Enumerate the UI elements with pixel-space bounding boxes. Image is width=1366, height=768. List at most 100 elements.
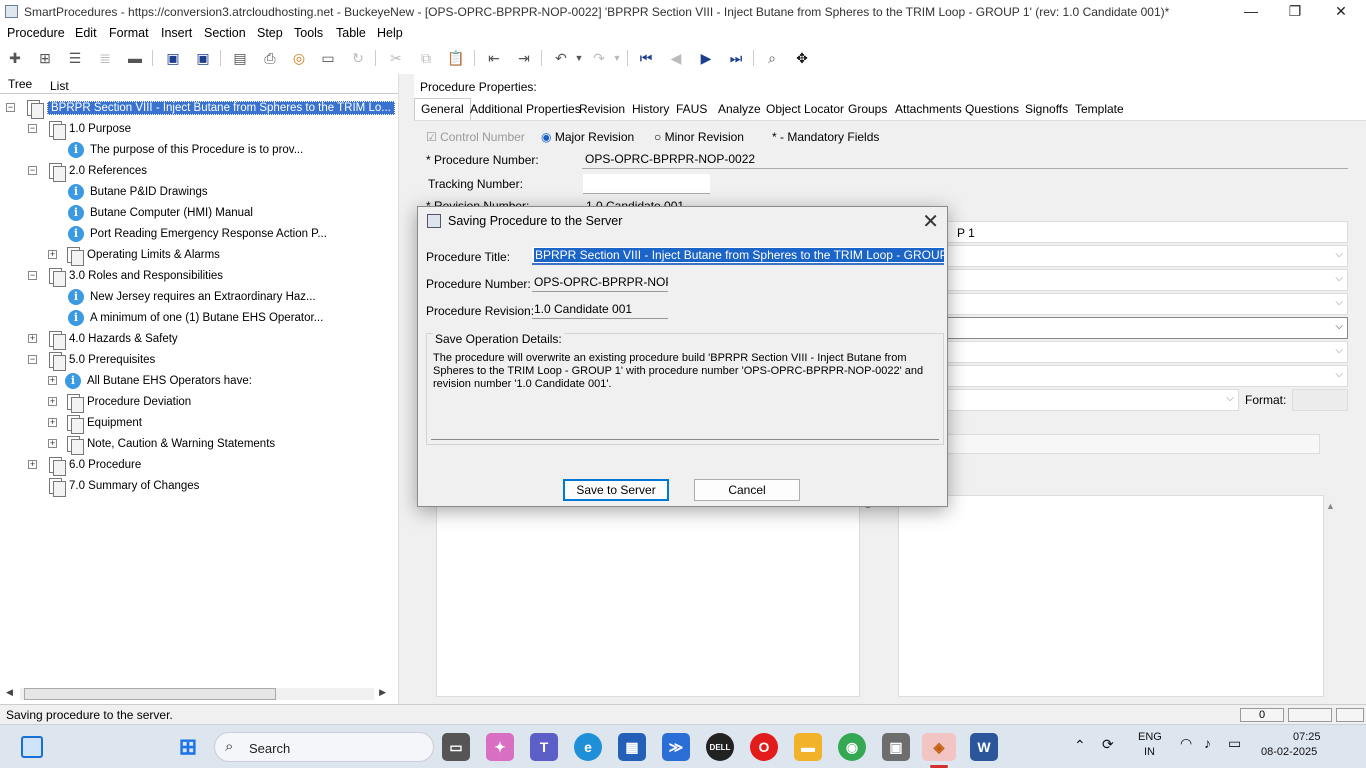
smartprocedures-icon[interactable]: ◈ xyxy=(922,733,956,761)
tree-item[interactable]: + 4.0 Hazards & Safety xyxy=(28,329,178,350)
tracking-number-field[interactable] xyxy=(583,174,710,194)
tree-item[interactable]: i Butane P&ID Drawings xyxy=(68,182,208,201)
collapse-icon[interactable]: − xyxy=(28,271,37,280)
scroll-thumb[interactable] xyxy=(24,688,276,700)
menu-edit[interactable]: Edit xyxy=(75,26,97,40)
tab-attachments[interactable]: Attachments xyxy=(895,102,962,116)
combo-4[interactable]: ⌵ xyxy=(944,317,1348,339)
tree-item[interactable]: + Equipment xyxy=(48,413,142,434)
collapse-icon[interactable]: − xyxy=(28,355,37,364)
tree-item[interactable]: 7.0 Summary of Changes xyxy=(47,476,199,497)
scroll-left-icon[interactable]: ◀ xyxy=(6,687,13,698)
combo-3[interactable]: ⌵ xyxy=(944,293,1348,315)
save-as-icon[interactable]: ▣ xyxy=(163,48,183,68)
edge-icon[interactable]: e xyxy=(574,733,602,761)
format-list-icon[interactable]: ≣ xyxy=(95,48,115,68)
remove-icon[interactable]: ▬ xyxy=(125,48,145,68)
tree-item[interactable]: + Operating Limits & Alarms xyxy=(48,245,220,266)
tree-item[interactable]: − 2.0 References xyxy=(28,161,147,182)
undo-icon[interactable]: ↶ xyxy=(551,48,571,68)
opera-icon[interactable]: O xyxy=(750,733,778,761)
editor-left[interactable] xyxy=(436,497,860,697)
widgets-icon[interactable] xyxy=(18,733,46,761)
procedure-title-field[interactable]: BPRPR Section VIII - Inject Butane from … xyxy=(532,247,944,265)
volume-icon[interactable]: ♪ xyxy=(1204,735,1211,751)
tree-item[interactable]: + Note, Caution & Warning Statements xyxy=(48,434,275,455)
clock-time[interactable]: 07:25 xyxy=(1293,731,1321,743)
form-icon[interactable]: ▭ xyxy=(318,48,338,68)
tab-signoffs[interactable]: Signoffs xyxy=(1025,102,1068,116)
cancel-button[interactable]: Cancel xyxy=(694,479,800,501)
copilot-icon[interactable]: ✦ xyxy=(486,733,514,761)
combo-1[interactable]: ⌵ xyxy=(944,245,1348,267)
menu-step[interactable]: Step xyxy=(257,26,283,40)
tab-additional-properties[interactable]: Additional Properties xyxy=(470,102,581,116)
word-icon[interactable]: W xyxy=(970,733,998,761)
indent-icon[interactable]: ⇥ xyxy=(514,48,534,68)
app-icon[interactable]: ▣ xyxy=(882,733,910,761)
menu-tools[interactable]: Tools xyxy=(294,26,323,40)
redo-icon[interactable]: ↷ xyxy=(589,48,609,68)
expand-icon[interactable]: + xyxy=(48,250,57,259)
file-explorer-icon[interactable]: ▬ xyxy=(794,733,822,761)
move-icon[interactable]: ✥ xyxy=(792,48,812,68)
combo-7[interactable]: ⌵ xyxy=(944,389,1239,411)
close-icon[interactable]: ✕ xyxy=(922,209,939,234)
expand-icon[interactable]: + xyxy=(28,334,37,343)
wifi-icon[interactable]: ◠ xyxy=(1180,735,1192,752)
minor-revision-radio[interactable]: ○ Minor Revision xyxy=(654,130,744,144)
task-view-icon[interactable]: ▭ xyxy=(442,733,470,761)
menu-insert[interactable]: Insert xyxy=(161,26,192,40)
expand-icon[interactable]: + xyxy=(28,460,37,469)
procedure-number-field[interactable]: OPS-OPRC-BPRPR-NOP-0022 xyxy=(532,274,668,292)
tab-object-locator[interactable]: Object Locator xyxy=(766,102,844,116)
teams-icon[interactable]: T xyxy=(530,733,558,761)
tab-revision[interactable]: Revision xyxy=(579,102,625,116)
combo-6[interactable]: ⌵ xyxy=(944,365,1348,387)
tree-item[interactable]: i New Jersey requires an Extraordinary H… xyxy=(68,287,316,306)
text-field[interactable] xyxy=(944,434,1320,454)
previous-icon[interactable]: ◀ xyxy=(666,48,686,68)
dell-icon[interactable]: DELL xyxy=(706,733,734,761)
find-icon[interactable]: ⌕ xyxy=(762,48,782,68)
tree-item[interactable]: i Butane Computer (HMI) Manual xyxy=(68,203,253,222)
scroll-right-icon[interactable]: ▶ xyxy=(379,687,386,698)
maximize-button[interactable]: ❐ xyxy=(1272,0,1318,24)
tree-item[interactable]: + i All Butane EHS Operators have: xyxy=(48,371,252,390)
next-icon[interactable]: ▶ xyxy=(696,48,716,68)
tree-item[interactable]: − 5.0 Prerequisites xyxy=(28,350,155,371)
menu-section[interactable]: Section xyxy=(204,26,246,40)
combo-5[interactable]: ⌵ xyxy=(944,341,1348,363)
last-icon[interactable]: ⏭ xyxy=(726,48,746,68)
tab-template[interactable]: Template xyxy=(1075,102,1124,116)
control-number-checkbox[interactable]: ☑ Control Number xyxy=(426,130,525,144)
format-field[interactable] xyxy=(1292,389,1348,411)
horizontal-scrollbar[interactable]: ◀ ▶ xyxy=(4,686,390,702)
paste-icon[interactable]: 📋 xyxy=(446,48,466,68)
scroll-up-icon[interactable]: ▲ xyxy=(1326,501,1335,511)
battery-icon[interactable]: ▭ xyxy=(1228,735,1241,752)
chevron-up-icon[interactable]: ⌃ xyxy=(1074,737,1086,754)
tree-item[interactable]: + Procedure Deviation xyxy=(48,392,191,413)
save-icon[interactable]: ▣ xyxy=(193,48,213,68)
tree-root[interactable]: − BPRPR Section VIII - Inject Butane fro… xyxy=(6,98,395,119)
refresh-icon[interactable]: ↻ xyxy=(348,48,368,68)
tab-faus[interactable]: FAUS xyxy=(676,102,707,116)
expand-icon[interactable]: + xyxy=(48,397,57,406)
chrome-icon[interactable]: ◉ xyxy=(838,733,866,761)
tab-analyze[interactable]: Analyze xyxy=(718,102,761,116)
expand-icon[interactable]: + xyxy=(48,418,57,427)
list-icon[interactable]: ☰ xyxy=(65,48,85,68)
tree-item[interactable]: i Port Reading Emergency Response Action… xyxy=(68,224,327,243)
tree-item[interactable]: + 6.0 Procedure xyxy=(28,455,141,476)
combo-2[interactable]: ⌵ xyxy=(944,269,1348,291)
save-to-server-button[interactable]: Save to Server xyxy=(563,479,669,501)
tree-item[interactable]: i The purpose of this Procedure is to pr… xyxy=(68,140,303,159)
procedure-revision-field[interactable]: 1.0 Candidate 001 xyxy=(532,301,668,319)
panel-splitter[interactable] xyxy=(398,74,414,704)
outdent-icon[interactable]: ⇤ xyxy=(484,48,504,68)
tree-item[interactable]: i A minimum of one (1) Butane EHS Operat… xyxy=(68,308,323,327)
cut-icon[interactable]: ✂ xyxy=(386,48,406,68)
windows-start-icon[interactable]: ⊞ xyxy=(174,733,202,761)
tab-groups[interactable]: Groups xyxy=(848,102,887,116)
